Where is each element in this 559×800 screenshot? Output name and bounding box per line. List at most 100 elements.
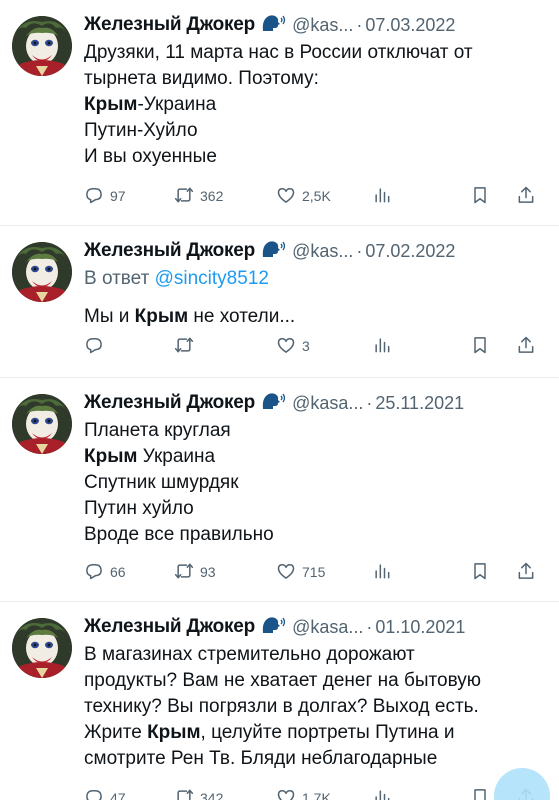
text-run: Жрите bbox=[84, 722, 148, 743]
retweet-count: 362 bbox=[200, 188, 224, 204]
tweet-header: Железный Джокер @kasa... · 25.11.2021 bbox=[84, 390, 549, 416]
tweet-text-line: В магазинах стремительно дорожают bbox=[84, 642, 549, 668]
speaking-head-icon bbox=[260, 13, 286, 38]
text-run: Путин хуйло bbox=[84, 498, 194, 519]
text-run: Друзяки, 11 марта нас в России отключат … bbox=[84, 42, 473, 63]
tweet-text-line: Мы и Крым не хотели... bbox=[84, 304, 549, 330]
retweet-button[interactable]: 362 bbox=[174, 185, 223, 208]
like-count: 2,5K bbox=[302, 188, 331, 204]
author-name[interactable]: Железный Джокер bbox=[84, 392, 255, 414]
views-button[interactable] bbox=[372, 787, 392, 800]
tweet-text-line: тырнета видимо. Поэтому: bbox=[84, 66, 549, 92]
retweet-button[interactable] bbox=[174, 335, 200, 358]
bookmark-icon bbox=[470, 787, 490, 800]
bookmark-button[interactable] bbox=[470, 185, 490, 208]
author-handle[interactable]: @kas... bbox=[292, 241, 353, 262]
views-button[interactable] bbox=[372, 561, 392, 584]
tweet[interactable]: Железный Джокер @kasa... · 01.10.2021 В … bbox=[0, 602, 559, 800]
tweet-header: Железный Джокер @kasa... · 01.10.2021 bbox=[84, 614, 549, 640]
views-button[interactable] bbox=[372, 335, 392, 358]
tweet-date[interactable]: 25.11.2021 bbox=[375, 393, 464, 414]
speaking-head-icon bbox=[260, 391, 286, 416]
separator: · bbox=[366, 616, 373, 637]
tweet-date[interactable]: 07.03.2022 bbox=[365, 15, 455, 36]
like-button[interactable]: 715 bbox=[276, 561, 325, 584]
tweet-text-line: И вы охуенные bbox=[84, 144, 549, 170]
reply-count: 47 bbox=[110, 790, 126, 800]
separator: · bbox=[356, 14, 363, 35]
text-run: продукты? Вам не хватает денег на бытову… bbox=[84, 670, 482, 691]
share-icon bbox=[516, 335, 536, 358]
reply-count: 66 bbox=[110, 564, 126, 580]
tweet-header: Железный Джокер @kas... · 07.03.2022 bbox=[84, 12, 549, 38]
share-button[interactable] bbox=[516, 561, 536, 584]
share-button[interactable] bbox=[516, 335, 536, 358]
like-button[interactable]: 2,5K bbox=[276, 185, 331, 208]
avatar[interactable] bbox=[12, 16, 72, 76]
tweet-text: Мы и Крым не хотели... bbox=[84, 304, 549, 330]
author-name[interactable]: Железный Джокер bbox=[84, 240, 255, 262]
reply-button[interactable]: 66 bbox=[84, 561, 126, 584]
author-handle[interactable]: @kasa... bbox=[292, 393, 363, 414]
text-run: Мы и bbox=[84, 306, 135, 327]
reply-context: В ответ @sincity8512 bbox=[84, 266, 549, 292]
heart-icon bbox=[276, 787, 296, 800]
bookmark-icon bbox=[470, 185, 490, 208]
reply-mention-link[interactable]: @sincity8512 bbox=[155, 268, 269, 289]
heart-icon bbox=[276, 561, 296, 584]
views-icon bbox=[372, 335, 392, 358]
retweet-count: 93 bbox=[200, 564, 216, 580]
retweet-icon bbox=[174, 335, 194, 358]
bookmark-button[interactable] bbox=[470, 335, 490, 358]
tweet[interactable]: Железный Джокер @kas... · 07.03.2022 Дру… bbox=[0, 0, 559, 226]
reply-prefix: В ответ bbox=[84, 268, 150, 289]
reply-icon bbox=[84, 335, 104, 358]
text-run: Путин-Хуйло bbox=[84, 120, 198, 141]
reply-button[interactable]: 97 bbox=[84, 185, 126, 208]
author-name[interactable]: Железный Джокер bbox=[84, 14, 255, 36]
text-run: Вроде все правильно bbox=[84, 524, 274, 545]
text-run: Украина bbox=[137, 446, 216, 467]
hashtag-bold-text: Крым bbox=[84, 94, 138, 115]
text-run: Спутник шмурдяк bbox=[84, 472, 239, 493]
text-run: не хотели... bbox=[188, 306, 296, 327]
separator: · bbox=[366, 392, 373, 413]
tweet-actions: 66 93 715 bbox=[84, 558, 541, 586]
tweet-date[interactable]: 07.02.2022 bbox=[365, 241, 455, 262]
like-button[interactable]: 1,7K bbox=[276, 787, 331, 800]
reply-icon bbox=[84, 561, 104, 584]
tweet[interactable]: Железный Джокер @kas... · 07.02.2022 В о… bbox=[0, 226, 559, 378]
bookmark-button[interactable] bbox=[470, 787, 490, 800]
retweet-icon bbox=[174, 185, 194, 208]
reply-button[interactable]: 47 bbox=[84, 787, 126, 800]
author-handle[interactable]: @kasa... bbox=[292, 617, 363, 638]
avatar[interactable] bbox=[12, 394, 72, 454]
text-run: И вы охуенные bbox=[84, 146, 217, 167]
tweet-text-line: продукты? Вам не хватает денег на бытову… bbox=[84, 668, 549, 694]
tweet[interactable]: Железный Джокер @kasa... · 25.11.2021 Пл… bbox=[0, 378, 559, 602]
like-button[interactable]: 3 bbox=[276, 335, 310, 358]
tweet-text-line: технику? Вы погрязли в долгах? Выход ест… bbox=[84, 694, 549, 720]
tweet-text-line: Вроде все правильно bbox=[84, 522, 549, 548]
bookmark-icon bbox=[470, 335, 490, 358]
hashtag-bold-text: Крым bbox=[134, 306, 189, 327]
tweet-date[interactable]: 01.10.2021 bbox=[375, 617, 465, 638]
bookmark-button[interactable] bbox=[470, 561, 490, 584]
avatar[interactable] bbox=[12, 242, 72, 302]
reply-button[interactable] bbox=[84, 335, 110, 358]
text-run: смотрите Рен Тв. Бляди неблагодарные bbox=[84, 748, 438, 769]
share-button[interactable] bbox=[516, 185, 536, 208]
author-name[interactable]: Железный Джокер bbox=[84, 616, 255, 638]
views-button[interactable] bbox=[372, 185, 392, 208]
retweet-button[interactable]: 93 bbox=[174, 561, 216, 584]
tweet-actions: 97 362 2,5K bbox=[84, 182, 541, 210]
share-icon bbox=[516, 185, 536, 208]
tweet-text-line: Крым Украина bbox=[84, 444, 549, 470]
author-handle[interactable]: @kas... bbox=[292, 15, 353, 36]
tweet-text-line: смотрите Рен Тв. Бляди неблагодарные bbox=[84, 746, 549, 772]
tweet-text-line: Жрите Крым, целуйте портреты Путина и bbox=[84, 720, 549, 746]
retweet-button[interactable]: 342 bbox=[174, 787, 223, 800]
hashtag-bold-text: Крым bbox=[147, 722, 201, 743]
avatar[interactable] bbox=[12, 618, 72, 678]
tweet-text-line: Спутник шмурдяк bbox=[84, 470, 549, 496]
